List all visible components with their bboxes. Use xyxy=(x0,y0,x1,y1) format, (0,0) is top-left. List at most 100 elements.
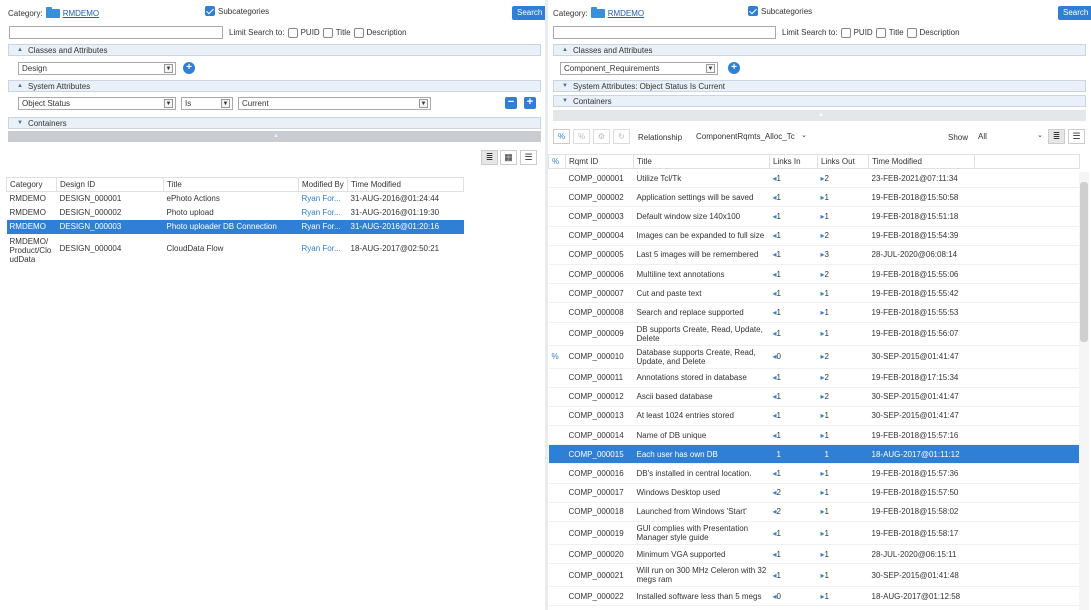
table-row[interactable]: COMP_000007 Cut and paste text ◂1 ▸1 19-FEB-… xyxy=(548,283,1080,304)
add-class-icon[interactable]: + xyxy=(728,62,740,74)
classes-section-header[interactable]: ▲ Classes and Attributes xyxy=(553,44,1086,56)
subcategories-checkbox[interactable] xyxy=(205,6,215,16)
table-row[interactable]: COMP_000013 At least 1024 entries stored ◂… xyxy=(548,406,1080,427)
column-header[interactable]: Rqmt ID xyxy=(565,154,634,169)
table-row[interactable]: RMDEMO DESIGN_000001 ePhoto Actions Ryan Fo… xyxy=(7,192,464,206)
section-title: System Attributes: Object Status Is Curr… xyxy=(572,81,726,91)
value-select[interactable]: Current ▼ xyxy=(238,97,431,110)
table-row[interactable]: % COMP_000010 Database supports Create, Re… xyxy=(548,345,1080,369)
system-attributes-header[interactable]: ▲ System Attributes xyxy=(8,80,541,92)
left-search-pane: Category: RMDEMO Subcategories Search Li… xyxy=(0,0,545,610)
section-title: Classes and Attributes xyxy=(572,45,653,55)
classes-section-header[interactable]: ▲ Classes and Attributes xyxy=(8,44,541,56)
settings-icon[interactable]: ⚙ xyxy=(593,129,610,144)
unlink-icon[interactable]: % xyxy=(573,129,590,144)
table-row[interactable]: COMP_000020 Minimum VGA supported ◂1 ▸1 28-J… xyxy=(548,544,1080,565)
subcategories-checkbox[interactable] xyxy=(748,6,758,16)
add-class-icon[interactable]: + xyxy=(183,62,195,74)
table-row[interactable]: COMP_000021 Will run on 300 MHz Celeron w… xyxy=(548,563,1080,588)
column-header[interactable]: Modified By xyxy=(298,177,348,192)
limit-label: Limit Search to: xyxy=(782,28,838,37)
requirements-table: % Rqmt ID Title Links In Links Out Time … xyxy=(548,154,1080,607)
table-row[interactable]: RMDEMO/ Product/Clo udData DESIGN_000004… xyxy=(7,234,464,264)
search-button[interactable]: Search xyxy=(1058,6,1091,20)
chevron-down-icon: ▼ xyxy=(221,99,230,108)
table-row[interactable]: COMP_000006 Multiline text annotations ◂1 ▸… xyxy=(548,264,1080,285)
table-row[interactable]: COMP_000017 Windows Desktop used ◂2 ▸1 19-FE… xyxy=(548,483,1080,503)
table-row[interactable]: COMP_000022 Installed software less than … xyxy=(548,586,1080,607)
list-view-icon[interactable]: ≣ xyxy=(1048,129,1065,144)
grid-view-icon[interactable]: ▦ xyxy=(500,150,517,165)
vertical-scrollbar[interactable] xyxy=(1079,172,1089,610)
title-label: Title xyxy=(888,28,904,37)
subcategories-toggle[interactable]: Subcategories xyxy=(205,6,269,16)
column-header[interactable]: Category xyxy=(6,177,57,192)
table-row[interactable]: COMP_000019 GUI complies with Presentatio… xyxy=(548,521,1080,545)
table-row[interactable]: COMP_000014 Name of DB unique ◂1 ▸1 19-FEB-2… xyxy=(548,425,1080,446)
scrollbar-thumb[interactable] xyxy=(1080,182,1088,342)
compact-view-icon[interactable]: ☰ xyxy=(520,150,537,165)
table-row[interactable]: RMDEMO DESIGN_000002 Photo upload Ryan For.… xyxy=(7,206,464,220)
section-title: Classes and Attributes xyxy=(27,45,108,55)
compact-view-icon[interactable]: ☰ xyxy=(1068,129,1085,144)
link-icon[interactable]: % xyxy=(553,129,570,144)
column-header[interactable]: Title xyxy=(163,177,299,192)
column-header[interactable]: Links Out xyxy=(817,154,869,169)
description-checkbox[interactable] xyxy=(906,27,917,38)
category-label: Category: xyxy=(8,8,43,18)
puid-checkbox[interactable] xyxy=(287,27,298,38)
subcategories-toggle[interactable]: Subcategories xyxy=(748,6,812,16)
search-input[interactable] xyxy=(9,26,223,39)
column-header[interactable]: Time Modified xyxy=(868,154,975,169)
column-header[interactable]: Design ID xyxy=(56,177,164,192)
table-row[interactable]: COMP_000016 DB's installed in central loc… xyxy=(548,463,1080,484)
list-view-icon[interactable]: ≣ xyxy=(481,150,498,165)
category-link[interactable]: RMDEMO xyxy=(63,9,99,18)
category-link[interactable]: RMDEMO xyxy=(608,9,644,18)
class-select[interactable]: Component_Requirements ▼ xyxy=(560,62,718,75)
containers-header[interactable]: ▼ Containers xyxy=(8,117,541,129)
collapse-bar[interactable]: ▲ xyxy=(8,131,541,142)
column-header[interactable]: Links In xyxy=(769,154,818,169)
chevron-down-icon: ▼ xyxy=(419,99,428,108)
table-row[interactable]: COMP_000011 Annotations stored in databas… xyxy=(548,368,1080,388)
table-row[interactable]: COMP_000004 Images can be expanded to ful… xyxy=(548,226,1080,246)
add-condition-icon[interactable]: + xyxy=(524,97,536,109)
table-header: Category Design ID Title Modified By Tim… xyxy=(6,177,464,192)
operator-select[interactable]: Is ▼ xyxy=(181,97,233,110)
table-row[interactable]: COMP_000003 Default window size 140x100 ◂1… xyxy=(548,206,1080,227)
relationship-select[interactable]: ComponentRqmts_Alloc_Tc ⌄ xyxy=(693,130,811,143)
search-input[interactable] xyxy=(553,26,776,39)
subcategories-label: Subcategories xyxy=(218,6,270,16)
attribute-select[interactable]: Object Status ▼ xyxy=(18,97,176,110)
section-title: System Attributes xyxy=(27,81,91,91)
puid-checkbox[interactable] xyxy=(840,27,851,38)
table-row-selected[interactable]: COMP_000015 Each user has own DB ◂1 ▸1 18-AU… xyxy=(548,444,1080,465)
column-header[interactable]: Title xyxy=(633,154,770,169)
chevron-down-icon: ▼ xyxy=(164,99,173,108)
collapse-bar[interactable]: ▲ xyxy=(553,110,1086,121)
system-attributes-header[interactable]: ▼ System Attributes: Object Status Is Cu… xyxy=(553,80,1086,92)
search-button[interactable]: Search xyxy=(512,6,545,20)
description-checkbox[interactable] xyxy=(353,27,364,38)
design-table: Category Design ID Title Modified By Tim… xyxy=(6,177,464,264)
title-checkbox[interactable] xyxy=(875,27,886,38)
refresh-icon[interactable]: ↻ xyxy=(613,129,630,144)
table-row[interactable]: COMP_000005 Last 5 images will be remembe… xyxy=(548,245,1080,265)
table-row[interactable]: COMP_000001 Utilize Tcl/Tk ◂1 ▸2 23-FEB-2021… xyxy=(548,168,1080,189)
column-header[interactable]: Time Modified xyxy=(347,177,464,192)
expand-icon: ▼ xyxy=(17,120,23,126)
table-row[interactable]: COMP_000002 Application settings will be … xyxy=(548,187,1080,208)
relationship-label: Relationship xyxy=(638,133,683,142)
table-row[interactable]: COMP_000009 DB supports Create, Read, Upd… xyxy=(548,322,1080,346)
table-row-selected[interactable]: RMDEMO DESIGN_000003 Photo uploader DB Con… xyxy=(6,219,464,234)
title-checkbox[interactable] xyxy=(322,27,333,38)
show-label: Show xyxy=(948,133,969,142)
table-row[interactable]: COMP_000018 Launched from Windows 'Start'… xyxy=(548,502,1080,523)
table-row[interactable]: COMP_000012 Ascii based database ◂1 ▸2 30-SE… xyxy=(548,387,1080,407)
containers-header[interactable]: ▼ Containers xyxy=(553,95,1086,107)
class-select[interactable]: Design ▼ xyxy=(18,62,176,75)
remove-condition-icon[interactable]: − xyxy=(505,97,517,109)
show-select[interactable]: All ⌄ xyxy=(975,130,1045,143)
table-row[interactable]: COMP_000008 Search and replace supported ◂… xyxy=(548,302,1080,323)
